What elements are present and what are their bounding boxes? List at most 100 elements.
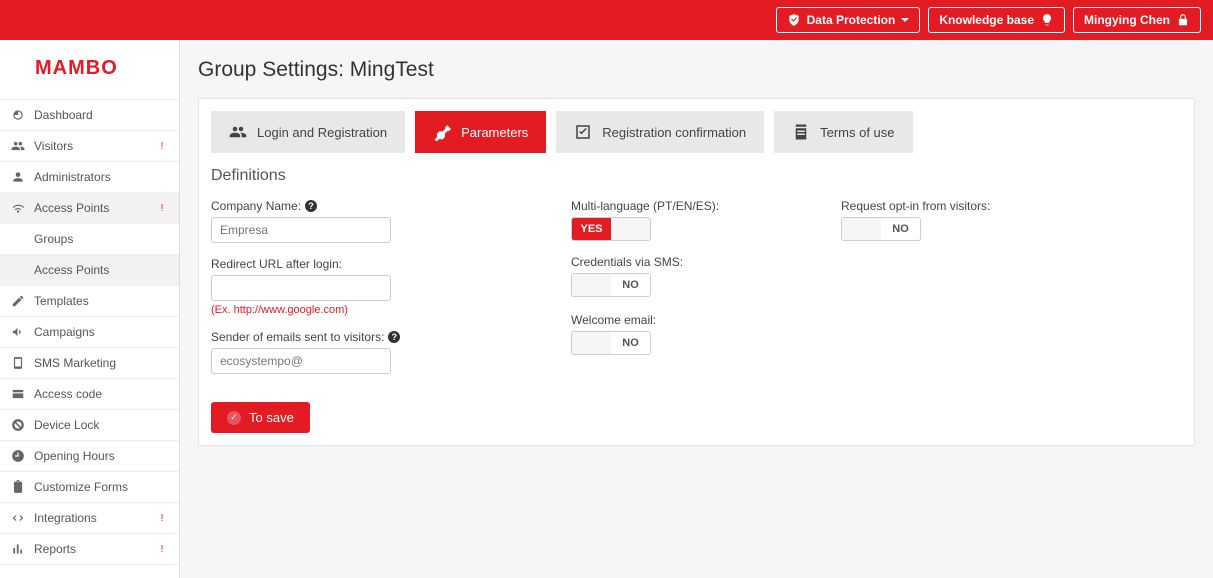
logo[interactable]: MAMBO	[0, 40, 179, 100]
people-icon	[229, 123, 247, 141]
sidebar-item-access-code[interactable]: Access code	[0, 379, 179, 410]
tab-label: Login and Registration	[257, 125, 387, 140]
section-title: Definitions	[211, 167, 1182, 185]
form-row: Company Name: ? Redirect URL after login…	[211, 199, 1182, 388]
user-name-label: Mingying Chen	[1084, 13, 1170, 27]
sidebar-item-reports[interactable]: Reports !	[0, 534, 179, 565]
toggle-blank	[572, 274, 611, 296]
person-icon	[10, 170, 26, 184]
redirect-url-input[interactable]	[211, 275, 391, 301]
sidebar-item-label: Access code	[34, 387, 102, 401]
label-text: Company Name:	[211, 199, 301, 213]
sidebar-item-device-lock[interactable]: Device Lock	[0, 410, 179, 441]
ban-icon	[10, 418, 26, 432]
alert-badge: !	[155, 139, 169, 153]
logo-svg: MAMBO	[35, 55, 145, 79]
sidebar-item-visitors[interactable]: Visitors !	[0, 131, 179, 162]
data-protection-label: Data Protection	[807, 13, 896, 27]
sidebar-item-customize-forms[interactable]: Customize Forms	[0, 472, 179, 503]
tab-terms-of-use[interactable]: Terms of use	[774, 111, 912, 153]
chevron-down-icon	[901, 18, 909, 22]
sidebar-item-label: SMS Marketing	[34, 356, 116, 370]
sidebar-sub-access-points[interactable]: Access Points	[0, 255, 179, 286]
tab-label: Parameters	[461, 125, 528, 140]
label-text: Sender of emails sent to visitors:	[211, 330, 384, 344]
tab-parameters[interactable]: Parameters	[415, 111, 546, 153]
sidebar-item-campaigns[interactable]: Campaigns	[0, 317, 179, 348]
check-circle-icon	[227, 411, 241, 425]
sidebar-item-templates[interactable]: Templates	[0, 286, 179, 317]
sidebar-item-label: Reports	[34, 542, 76, 556]
sms-toggle[interactable]: NO	[571, 273, 651, 297]
wrench-icon	[433, 123, 451, 141]
code-icon	[10, 511, 26, 525]
field-label: Redirect URL after login:	[211, 257, 531, 271]
sidebar-item-dashboard[interactable]: Dashboard	[0, 100, 179, 131]
alert-badge: !	[155, 511, 169, 525]
field-label: Credentials via SMS:	[571, 255, 801, 269]
tabs: Login and Registration Parameters Regist…	[211, 111, 1182, 153]
field-optin: Request opt-in from visitors: NO	[841, 199, 1071, 243]
lightbulb-icon	[1040, 13, 1054, 27]
sidebar-item-label: Device Lock	[34, 418, 99, 432]
company-name-input[interactable]	[211, 217, 391, 243]
sidebar-item-label: Access Points	[34, 201, 109, 215]
mobile-icon	[10, 356, 26, 370]
app-body: MAMBO Dashboard Visitors ! Administrator…	[0, 40, 1213, 578]
card-icon	[10, 387, 26, 401]
sidebar-item-integrations[interactable]: Integrations !	[0, 503, 179, 534]
form-col-2: Multi-language (PT/EN/ES): YES Credentia…	[571, 199, 801, 388]
logo-text: MAMBO	[35, 55, 145, 85]
check-square-icon	[574, 123, 592, 141]
sidebar-item-sms-marketing[interactable]: SMS Marketing	[0, 348, 179, 379]
sidebar-sub-groups[interactable]: Groups	[0, 224, 179, 255]
help-icon[interactable]: ?	[305, 200, 317, 212]
field-redirect-url: Redirect URL after login: (Ex. http://ww…	[211, 257, 531, 316]
shield-icon	[787, 13, 801, 27]
sidebar-item-opening-hours[interactable]: Opening Hours	[0, 441, 179, 472]
help-icon[interactable]: ?	[388, 331, 400, 343]
sidebar-item-label: Campaigns	[34, 325, 95, 339]
sidebar: MAMBO Dashboard Visitors ! Administrator…	[0, 40, 180, 578]
save-button[interactable]: To save	[211, 402, 310, 433]
toggle-no: NO	[881, 218, 920, 240]
toggle-yes: YES	[572, 218, 611, 240]
field-hint: (Ex. http://www.google.com)	[211, 304, 531, 316]
toggle-blank	[842, 218, 881, 240]
knowledge-base-label: Knowledge base	[939, 13, 1034, 27]
welcome-toggle[interactable]: NO	[571, 331, 651, 355]
save-label: To save	[249, 410, 294, 425]
field-label: Company Name: ?	[211, 199, 531, 213]
tab-label: Terms of use	[820, 125, 894, 140]
page-title: Group Settings: MingTest	[198, 58, 1195, 82]
people-icon	[10, 139, 26, 153]
wifi-icon	[10, 201, 26, 215]
document-icon	[792, 123, 810, 141]
data-protection-button[interactable]: Data Protection	[776, 7, 921, 33]
sidebar-item-label: Integrations	[34, 511, 97, 525]
lock-icon	[1176, 13, 1190, 27]
bar-chart-icon	[10, 542, 26, 556]
optin-toggle[interactable]: NO	[841, 217, 921, 241]
form-col-3: Request opt-in from visitors: NO	[841, 199, 1071, 388]
field-sender-email: Sender of emails sent to visitors: ?	[211, 330, 531, 374]
sidebar-item-administrators[interactable]: Administrators	[0, 162, 179, 193]
nav: Dashboard Visitors ! Administrators Acce…	[0, 100, 179, 578]
sidebar-item-access-points[interactable]: Access Points !	[0, 193, 179, 224]
field-company-name: Company Name: ?	[211, 199, 531, 243]
sidebar-item-label: Opening Hours	[34, 449, 115, 463]
field-label: Multi-language (PT/EN/ES):	[571, 199, 801, 213]
alert-badge: !	[155, 542, 169, 556]
field-label: Sender of emails sent to visitors: ?	[211, 330, 531, 344]
form-col-1: Company Name: ? Redirect URL after login…	[211, 199, 531, 388]
sender-email-input[interactable]	[211, 348, 391, 374]
sidebar-item-label: Administrators	[34, 170, 111, 184]
user-menu-button[interactable]: Mingying Chen	[1073, 7, 1201, 33]
tab-login-registration[interactable]: Login and Registration	[211, 111, 405, 153]
settings-panel: Login and Registration Parameters Regist…	[198, 98, 1195, 446]
main-content: Group Settings: MingTest Login and Regis…	[180, 40, 1213, 578]
tab-registration-confirmation[interactable]: Registration confirmation	[556, 111, 764, 153]
multilang-toggle[interactable]: YES	[571, 217, 651, 241]
alert-badge: !	[155, 201, 169, 215]
knowledge-base-button[interactable]: Knowledge base	[928, 7, 1065, 33]
